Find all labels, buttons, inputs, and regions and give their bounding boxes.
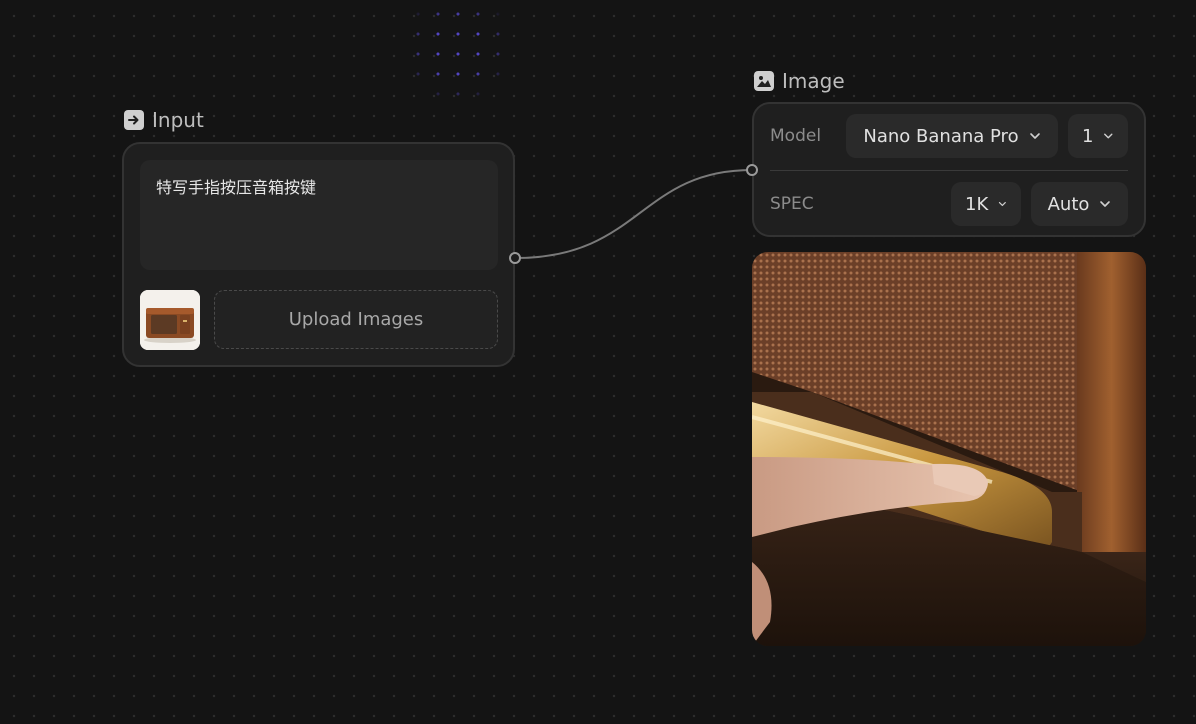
upload-images-button[interactable]: Upload Images <box>214 290 498 349</box>
prompt-textarea[interactable]: 特写手指按压音箱按键 <box>140 160 498 270</box>
image-node-title: Image <box>754 69 845 93</box>
resolution-select-value: 1K <box>965 193 989 215</box>
aspect-ratio-select-value: Auto <box>1047 193 1090 215</box>
aspect-ratio-select[interactable]: Auto <box>1031 182 1128 226</box>
image-node[interactable]: Model Nano Banana Pro 1 SPEC 1K Auto <box>752 102 1146 237</box>
reference-image-thumbnail[interactable] <box>140 290 200 350</box>
model-label: Model <box>770 126 822 146</box>
image-icon <box>754 71 774 91</box>
chevron-down-icon <box>1029 133 1040 139</box>
generated-image[interactable] <box>752 252 1146 646</box>
chevron-down-icon <box>1100 201 1111 207</box>
count-select-value: 1 <box>1082 125 1094 147</box>
model-select-value: Nano Banana Pro <box>863 125 1019 147</box>
count-select[interactable]: 1 <box>1068 114 1128 158</box>
image-node-input-port[interactable] <box>746 164 758 176</box>
resolution-select[interactable]: 1K <box>951 182 1021 226</box>
chevron-down-icon <box>1104 133 1113 139</box>
input-node[interactable]: 特写手指按压音箱按键 Upload Images <box>122 142 515 367</box>
settings-divider <box>770 170 1128 171</box>
input-node-output-port[interactable] <box>509 252 521 264</box>
spec-label: SPEC <box>770 194 814 214</box>
model-select[interactable]: Nano Banana Pro <box>846 114 1058 158</box>
input-node-title: Input <box>124 108 204 132</box>
arrow-right-icon <box>124 110 144 130</box>
image-node-title-text: Image <box>782 69 845 93</box>
chevron-down-icon <box>999 201 1007 207</box>
input-node-title-text: Input <box>152 108 204 132</box>
